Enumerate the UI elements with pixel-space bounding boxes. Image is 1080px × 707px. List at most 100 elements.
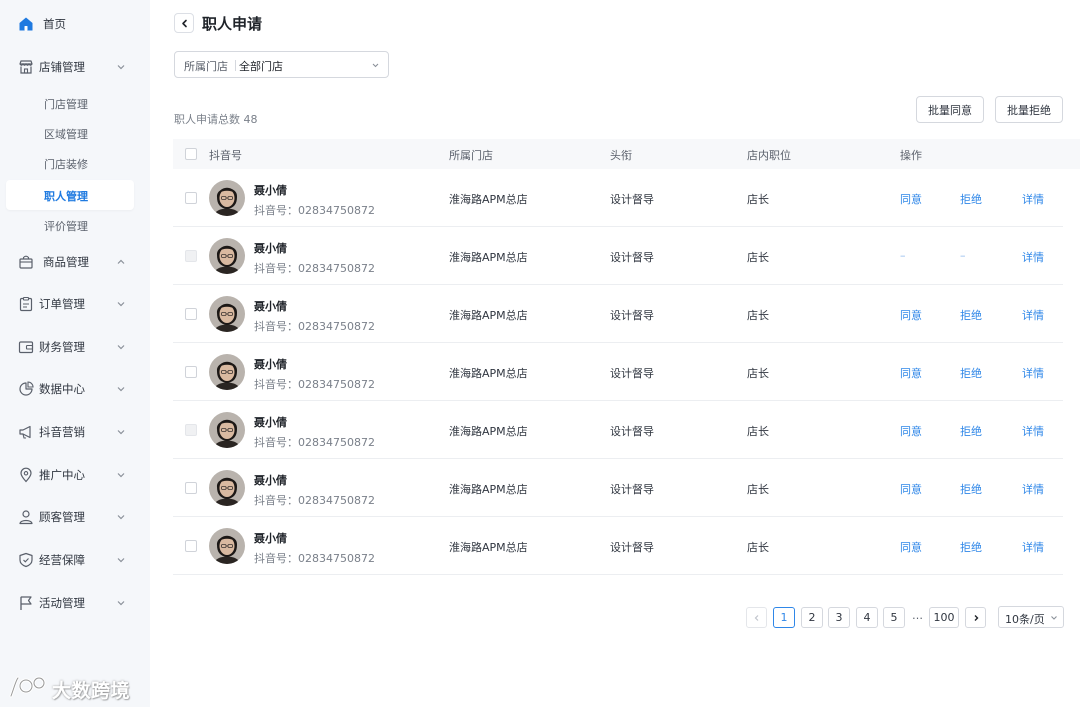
reject-link[interactable]: 拒绝 [960,423,982,439]
sidebar-item-customers[interactable]: 顾客管理 [0,502,150,532]
store-cell: 淮海路APM总店 [449,309,528,322]
page-button-2[interactable]: 2 [801,607,823,628]
total-count: 职人申请总数 48 [174,113,258,126]
store-cell: 淮海路APM总店 [449,367,528,380]
sidebar-subitem-store-management[interactable]: 门店管理 [6,88,134,118]
page-button-3[interactable]: 3 [828,607,850,628]
sidebar-subitem-store-decoration[interactable]: 门店装修 [6,148,134,178]
detail-link[interactable]: 详情 [1022,423,1044,439]
applicant-douyin-id: 抖音号：02834750872 [254,550,375,566]
page-size-select[interactable]: 10条/页 [998,606,1064,628]
flag-icon [20,596,32,610]
page-button-1[interactable]: 1 [773,607,795,628]
sidebar-item-products[interactable]: 商品管理 [0,247,150,277]
douyin-id-value: 02834750872 [298,378,375,391]
sidebar-item-business-assurance[interactable]: 经营保障 [0,545,150,575]
shopping-bag-icon [19,255,33,269]
home-icon [19,17,33,31]
store-cell: 淮海路APM总店 [449,251,528,264]
approve-link: – [900,249,906,262]
prev-page-button[interactable] [746,607,767,628]
douyin-id-value: 02834750872 [298,552,375,565]
store-cell: 淮海路APM总店 [449,193,528,206]
title-cell: 设计督导 [610,309,654,322]
next-page-button[interactable] [965,607,986,628]
position-cell: 店长 [747,251,769,264]
sidebar-item-store[interactable]: 店铺管理 [0,52,150,82]
page-button-5[interactable]: 5 [883,607,905,628]
douyin-id-label: 抖音号： [254,436,298,449]
title-cell: 设计督导 [610,367,654,380]
detail-link[interactable]: 详情 [1022,307,1044,323]
detail-link[interactable]: 详情 [1022,365,1044,381]
page-button-last[interactable]: 100 [929,607,959,628]
sidebar-item-label: 顾客管理 [39,510,85,524]
sidebar-item-finance[interactable]: 财务管理 [0,332,150,362]
sidebar-item-home[interactable]: 首页 [0,9,150,39]
row-checkbox[interactable] [185,192,197,204]
table-header: 抖音号 所属门店 头衔 店内职位 操作 [173,139,1080,169]
sidebar-subitem-label: 区域管理 [44,128,88,141]
detail-link[interactable]: 详情 [1022,191,1044,207]
table-row: 聂小倩 抖音号：02834750872 淮海路APM总店 设计督导 店长 同意 拒绝 详情 [173,517,1063,575]
reject-link[interactable]: 拒绝 [960,191,982,207]
reject-link[interactable]: 拒绝 [960,481,982,497]
detail-link[interactable]: 详情 [1022,249,1044,265]
approve-link[interactable]: 同意 [900,191,922,207]
position-cell: 店长 [747,367,769,380]
approve-link[interactable]: 同意 [900,307,922,323]
sidebar-subitem-region-management[interactable]: 区域管理 [6,118,134,148]
detail-link[interactable]: 详情 [1022,539,1044,555]
sidebar-subitem-staff-management[interactable]: 职人管理 [6,180,134,210]
sidebar: 首页 店铺管理 门店管理 区域管理 门店装修 职人管理 评价管理 商品管理 订单… [0,0,150,707]
applicant-name: 聂小倩 [254,184,287,197]
title-cell: 设计督导 [610,425,654,438]
position-cell: 店长 [747,425,769,438]
chevron-down-icon [117,515,125,520]
sidebar-item-activities[interactable]: 活动管理 [0,588,150,618]
select-all-checkbox[interactable] [185,148,197,160]
chevron-down-icon [372,63,379,68]
sidebar-item-promotion[interactable]: 推广中心 [0,460,150,490]
back-button[interactable] [174,13,194,33]
sidebar-item-data-center[interactable]: 数据中心 [0,374,150,404]
approve-link[interactable]: 同意 [900,481,922,497]
store-cell: 淮海路APM总店 [449,425,528,438]
douyin-id-value: 02834750872 [298,494,375,507]
sidebar-item-label: 店铺管理 [39,60,85,74]
batch-approve-button[interactable]: 批量同意 [916,96,984,123]
row-checkbox[interactable] [185,540,197,552]
approve-link[interactable]: 同意 [900,365,922,381]
chevron-down-icon [117,302,125,307]
applicant-douyin-id: 抖音号：02834750872 [254,376,375,392]
title-cell: 设计督导 [610,193,654,206]
douyin-id-value: 02834750872 [298,262,375,275]
page-button-4[interactable]: 4 [856,607,878,628]
reject-link[interactable]: 拒绝 [960,365,982,381]
detail-link[interactable]: 详情 [1022,481,1044,497]
megaphone-icon [19,425,31,439]
sidebar-item-label: 首页 [43,17,66,31]
reject-link[interactable]: 拒绝 [960,307,982,323]
applicant-name: 聂小倩 [254,300,287,313]
batch-reject-button[interactable]: 批量拒绝 [995,96,1063,123]
sidebar-item-label: 经营保障 [39,553,85,567]
row-checkbox[interactable] [185,308,197,320]
row-checkbox[interactable] [185,366,197,378]
store-filter-select[interactable]: 所属门店 全部门店 [174,51,389,78]
row-checkbox[interactable] [185,482,197,494]
approve-link[interactable]: 同意 [900,539,922,555]
clipboard-icon [19,296,33,312]
position-cell: 店长 [747,483,769,496]
sidebar-subitem-label: 门店管理 [44,98,88,111]
column-header-actions: 操作 [900,149,922,162]
approve-link[interactable]: 同意 [900,423,922,439]
store-cell: 淮海路APM总店 [449,483,528,496]
chevron-down-icon [117,430,125,435]
sidebar-item-orders[interactable]: 订单管理 [0,289,150,319]
sidebar-item-label: 订单管理 [39,297,85,311]
sidebar-item-douyin-marketing[interactable]: 抖音营销 [0,417,150,447]
sidebar-subitem-review-management[interactable]: 评价管理 [6,210,134,240]
reject-link[interactable]: 拒绝 [960,539,982,555]
position-cell: 店长 [747,193,769,206]
